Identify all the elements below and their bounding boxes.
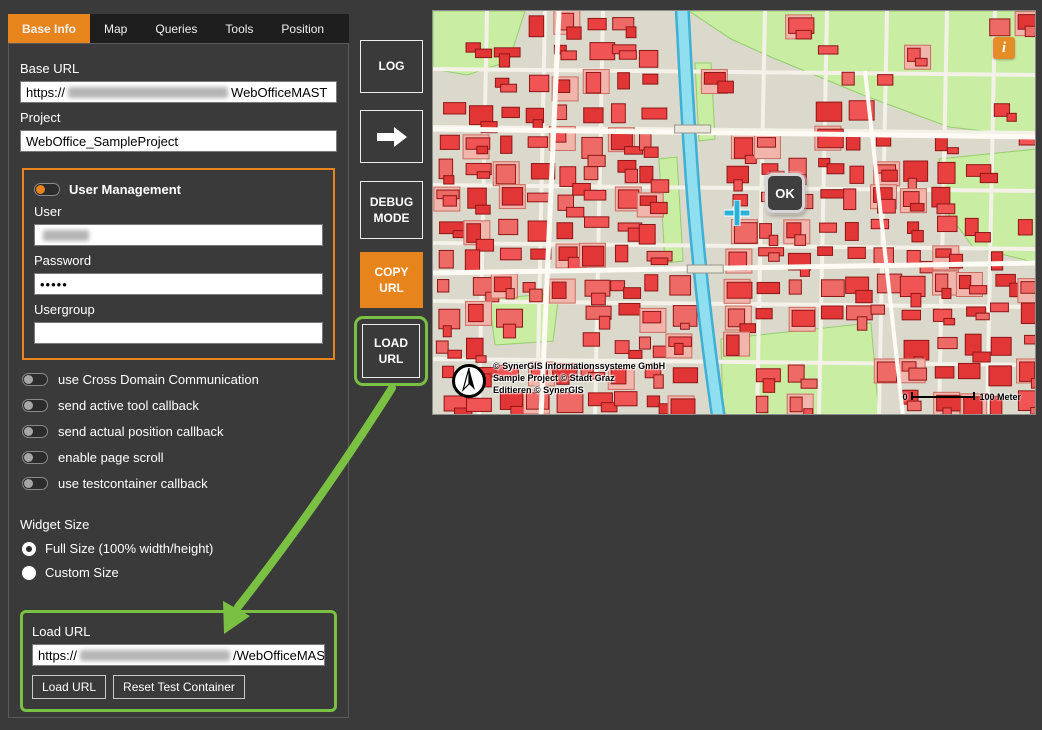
testcontainer-toggle[interactable] — [22, 477, 48, 490]
redacted-text — [43, 230, 89, 241]
password-label: Password — [34, 253, 323, 268]
redacted-text — [80, 650, 230, 661]
reset-test-container-button[interactable]: Reset Test Container — [113, 675, 245, 699]
load-url-highlight: LOAD URL — [354, 316, 428, 386]
usergroup-input[interactable] — [34, 322, 323, 344]
toggle-label: use testcontainer callback — [58, 476, 208, 491]
toggle-row-page-scroll: enable page scroll — [22, 450, 335, 465]
toggle-knob — [24, 427, 33, 436]
tab-tools[interactable]: Tools — [211, 14, 267, 43]
toggle-label: send active tool callback — [58, 398, 199, 413]
toggle-row-active-tool: send active tool callback — [22, 398, 335, 413]
radio-label: Custom Size — [45, 565, 119, 580]
load-url-prefix: https:// — [38, 648, 77, 663]
usergroup-label: Usergroup — [34, 302, 323, 317]
user-management-title: User Management — [69, 182, 181, 197]
toggle-row-actual-position: send actual position callback — [22, 424, 335, 439]
north-arrow-icon — [451, 363, 487, 399]
full-size-radio[interactable] — [22, 542, 36, 556]
tab-queries[interactable]: Queries — [141, 14, 211, 43]
tab-map[interactable]: Map — [90, 14, 141, 43]
toggle-knob — [24, 479, 33, 488]
actual-position-toggle[interactable] — [22, 425, 48, 438]
radio-row-full-size: Full Size (100% width/height) — [22, 541, 335, 556]
cross-domain-toggle[interactable] — [22, 373, 48, 386]
toggle-label: send actual position callback — [58, 424, 224, 439]
ok-button[interactable]: OK — [765, 173, 805, 213]
base-url-input[interactable]: https:// WebOfficeMAST — [20, 81, 337, 103]
scale-label: 100 Meter — [979, 392, 1021, 402]
user-label: User — [34, 204, 323, 219]
base-url-suffix: WebOfficeMAST — [231, 85, 327, 100]
base-info-panel: Base URL https:// WebOfficeMAST Project … — [8, 43, 349, 718]
tab-base-info[interactable]: Base Info — [8, 14, 90, 43]
map-scalebar: 0 100 Meter — [902, 392, 1021, 402]
load-url-label: Load URL — [32, 624, 325, 639]
user-management-toggle[interactable] — [34, 183, 60, 196]
base-url-label: Base URL — [20, 61, 337, 76]
toggle-knob — [36, 185, 45, 194]
debug-mode-button[interactable]: DEBUG MODE — [360, 181, 423, 239]
toggle-knob — [24, 375, 33, 384]
info-icon[interactable]: i — [993, 37, 1015, 59]
user-management-group: User Management User Password Usergroup — [22, 168, 335, 360]
toggle-label: enable page scroll — [58, 450, 164, 465]
radio-row-custom-size: Custom Size — [22, 565, 335, 580]
project-label: Project — [20, 110, 337, 125]
map-viewport[interactable]: i OK © SynerGIS Informationssysteme GmbH… — [432, 10, 1036, 415]
toggle-row-cross-domain: use Cross Domain Communication — [22, 372, 335, 387]
project-input[interactable] — [20, 130, 337, 152]
load-url-group: Load URL https:// /WebOfficeMAST Load UR… — [20, 610, 337, 712]
attribution-line: Editieren © SynerGIS — [493, 384, 665, 396]
copy-url-button[interactable]: COPY URL — [360, 252, 423, 308]
toggle-row-testcontainer: use testcontainer callback — [22, 476, 335, 491]
toggle-knob — [24, 453, 33, 462]
custom-size-radio[interactable] — [22, 566, 36, 580]
map-crosshair-icon — [724, 200, 750, 226]
toggle-knob — [24, 401, 33, 410]
password-input[interactable] — [34, 273, 323, 295]
scale-bar — [911, 396, 975, 398]
radio-label: Full Size (100% width/height) — [45, 541, 213, 556]
active-tool-toggle[interactable] — [22, 399, 48, 412]
load-url-button[interactable]: Load URL — [32, 675, 106, 699]
toggle-label: use Cross Domain Communication — [58, 372, 259, 387]
arrow-right-icon — [373, 123, 411, 151]
user-input[interactable] — [34, 224, 323, 246]
scale-zero: 0 — [902, 392, 907, 402]
redacted-text — [68, 87, 228, 98]
load-url-suffix: /WebOfficeMAST — [233, 648, 325, 663]
load-url-action-button[interactable]: LOAD URL — [362, 324, 420, 378]
attribution-line: Sample Project © Stadt Graz — [493, 372, 665, 384]
widget-size-title: Widget Size — [20, 517, 337, 532]
load-url-input[interactable]: https:// /WebOfficeMAST — [32, 644, 325, 666]
attribution-line: © SynerGIS Informationssysteme GmbH — [493, 360, 665, 372]
send-button[interactable] — [360, 110, 423, 163]
tab-bar: Base Info Map Queries Tools Position — [8, 14, 349, 43]
page-scroll-toggle[interactable] — [22, 451, 48, 464]
base-url-prefix: https:// — [26, 85, 65, 100]
tab-position[interactable]: Position — [267, 14, 338, 43]
log-button[interactable]: LOG — [360, 40, 423, 93]
map-attribution: © SynerGIS Informationssysteme GmbH Samp… — [493, 360, 665, 396]
